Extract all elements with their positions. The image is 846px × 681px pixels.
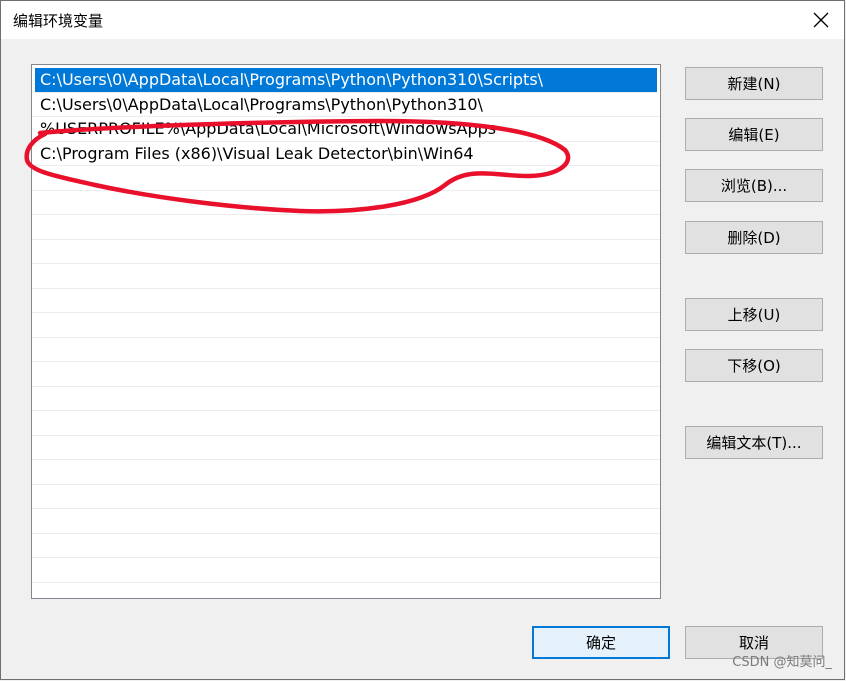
close-button[interactable] bbox=[798, 1, 844, 39]
list-item-empty[interactable] bbox=[32, 240, 660, 264]
list-item-empty[interactable] bbox=[32, 411, 660, 436]
list-item-empty[interactable] bbox=[32, 166, 660, 191]
list-item-empty[interactable] bbox=[32, 509, 660, 534]
list-item-empty[interactable] bbox=[32, 191, 660, 215]
list-item-empty[interactable] bbox=[32, 534, 660, 558]
watermark: CSDN @知莫问_ bbox=[732, 655, 832, 670]
list-item[interactable]: %USERPROFILE%\AppData\Local\Microsoft\Wi… bbox=[32, 117, 660, 142]
list-item-empty[interactable] bbox=[32, 558, 660, 583]
list-item-empty[interactable] bbox=[32, 485, 660, 509]
list-item-text: %USERPROFILE%\AppData\Local\Microsoft\Wi… bbox=[40, 119, 497, 138]
dialog-title: 编辑环境变量 bbox=[13, 12, 104, 30]
list-item[interactable]: C:\Users\0\AppData\Local\Programs\Python… bbox=[35, 68, 657, 93]
edit-env-var-dialog: 编辑环境变量 C:\Users\0\AppData\Local\Programs… bbox=[0, 0, 845, 680]
move-up-button[interactable]: 上移(U) bbox=[685, 298, 823, 331]
title-bar: 编辑环境变量 bbox=[1, 1, 844, 39]
delete-button[interactable]: 删除(D) bbox=[685, 221, 823, 254]
path-list[interactable]: C:\Users\0\AppData\Local\Programs\Python… bbox=[31, 64, 661, 599]
list-item[interactable]: C:\Users\0\AppData\Local\Programs\Python… bbox=[32, 93, 660, 117]
close-icon bbox=[813, 12, 829, 28]
edit-button[interactable]: 编辑(E) bbox=[685, 118, 823, 151]
list-item-text: C:\Program Files (x86)\Visual Leak Detec… bbox=[40, 143, 474, 163]
new-button[interactable]: 新建(N) bbox=[685, 67, 823, 100]
browse-button[interactable]: 浏览(B)... bbox=[685, 169, 823, 202]
ok-button[interactable]: 确定 bbox=[532, 626, 670, 659]
edit-text-button[interactable]: 编辑文本(T)... bbox=[685, 426, 823, 459]
list-item-text: C:\Users\0\AppData\Local\Programs\Python… bbox=[40, 94, 483, 114]
list-item-empty[interactable] bbox=[32, 264, 660, 289]
list-item-empty[interactable] bbox=[32, 215, 660, 240]
list-item-empty[interactable] bbox=[32, 338, 660, 362]
move-down-button[interactable]: 下移(O) bbox=[685, 349, 823, 382]
list-item-empty[interactable] bbox=[32, 362, 660, 387]
list-item-empty[interactable] bbox=[32, 460, 660, 485]
list-item-empty[interactable] bbox=[32, 387, 660, 411]
list-item-empty[interactable] bbox=[32, 313, 660, 338]
list-item-text: C:\Users\0\AppData\Local\Programs\Python… bbox=[40, 70, 544, 89]
list-item-empty[interactable] bbox=[32, 289, 660, 313]
list-item-empty[interactable] bbox=[32, 583, 660, 599]
list-item-empty[interactable] bbox=[32, 436, 660, 460]
list-item[interactable]: C:\Program Files (x86)\Visual Leak Detec… bbox=[32, 142, 660, 166]
